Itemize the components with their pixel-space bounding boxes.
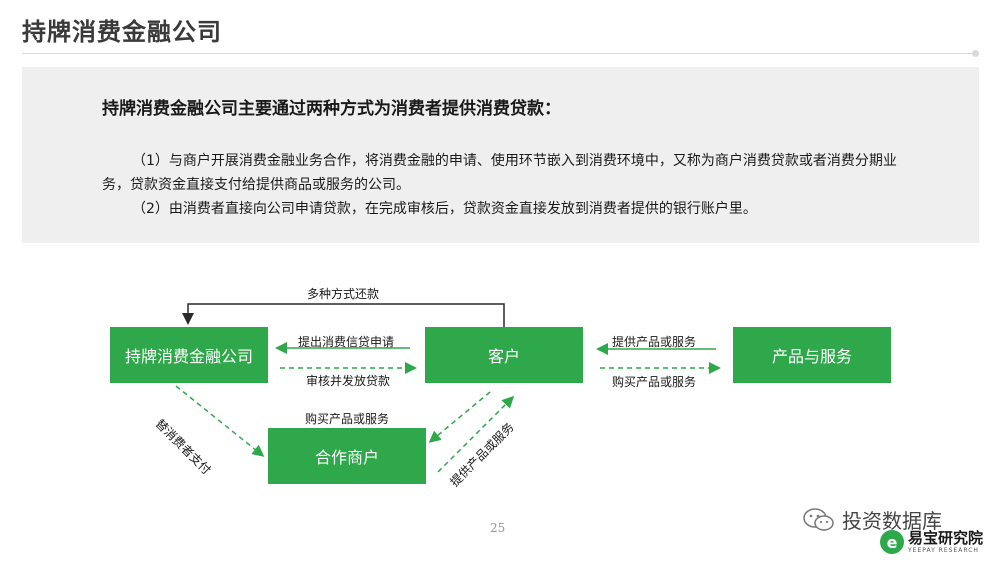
- node-licensed-company: 持牌消费金融公司: [110, 327, 268, 383]
- label-buy-merchant: 购买产品或服务: [305, 412, 390, 426]
- logo-name: 易宝研究院: [908, 528, 984, 547]
- page-number: 25: [490, 521, 506, 535]
- diagram-arrows: [175, 303, 721, 473]
- label-repay: 多种方式还款: [307, 287, 380, 301]
- repay-arrow: [182, 303, 505, 327]
- node-partner-merchant: 合作商户: [268, 428, 426, 484]
- label-apply: 提出消费信贷申请: [298, 335, 395, 349]
- node-products-services: 产品与服务: [733, 327, 891, 383]
- label-approve: 审核并发放贷款: [306, 374, 391, 388]
- label-buy-top: 购买产品或服务: [612, 375, 697, 389]
- node-customer: 客户: [425, 327, 583, 383]
- buy-merchant-arrow: [428, 391, 491, 443]
- brand-logo: e 易宝研究院 YEEPAY RESEARCH: [880, 530, 983, 554]
- label-provide-top: 提供产品或服务: [612, 335, 697, 349]
- wechat-icon: [803, 507, 834, 531]
- logo-mark-icon: e: [880, 530, 904, 554]
- logo-subtitle: YEEPAY RESEARCH: [908, 546, 979, 554]
